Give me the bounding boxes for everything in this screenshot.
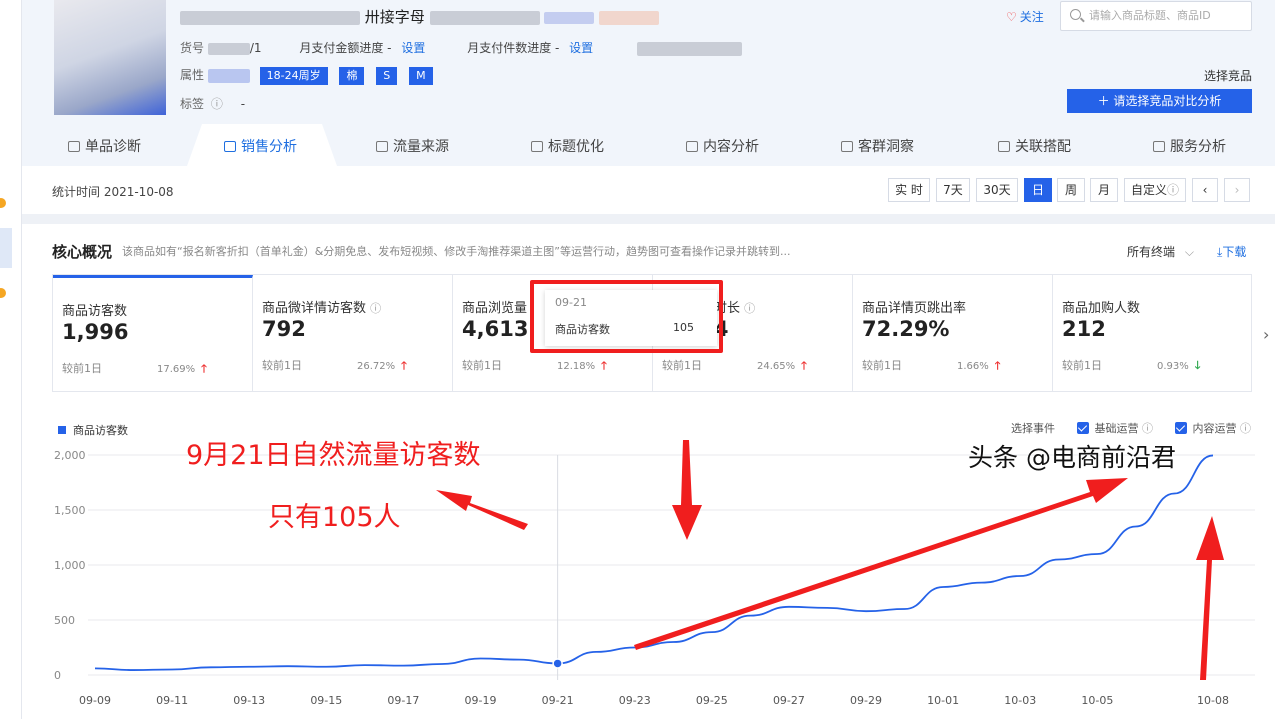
annotation-text-line2: 只有105人 [268, 502, 401, 533]
x-tick-label: 10-08 [1197, 694, 1229, 707]
y-tick-label: 2,000 [54, 449, 86, 462]
y-tick-label: 0 [54, 669, 61, 682]
x-tick-label: 09-09 [79, 694, 111, 707]
x-tick-label: 09-11 [156, 694, 188, 707]
x-tick-label: 09-13 [233, 694, 265, 707]
x-tick-label: 09-23 [619, 694, 651, 707]
x-tick-label: 10-05 [1081, 694, 1113, 707]
x-tick-label: 09-25 [696, 694, 728, 707]
annotation-text-line1: 9月21日自然流量访客数 [186, 440, 481, 471]
x-tick-label: 10-03 [1004, 694, 1036, 707]
x-tick-label: 09-19 [465, 694, 497, 707]
x-tick-label: 09-15 [310, 694, 342, 707]
data-point-highlight [552, 658, 563, 669]
x-tick-label: 09-29 [850, 694, 882, 707]
x-tick-label: 09-27 [773, 694, 805, 707]
series-line-visitors [94, 454, 1214, 671]
y-tick-label: 500 [54, 614, 75, 627]
annotation-arrow-up-right [634, 478, 1128, 650]
x-tick-label: 09-17 [387, 694, 419, 707]
visitors-line-chart[interactable]: 0 500 1,000 1,500 2,000 09-09 09-11 09-13 09-15 0… [0, 0, 1275, 719]
annotation-arrow-up [1196, 516, 1224, 680]
x-tick-label: 10-01 [927, 694, 959, 707]
y-tick-label: 1,000 [54, 559, 86, 572]
annotation-highlight-box [530, 280, 723, 353]
y-tick-label: 1,500 [54, 504, 86, 517]
watermark: 头条 @电商前沿君 [968, 443, 1176, 472]
x-tick-label: 09-21 [542, 694, 574, 707]
